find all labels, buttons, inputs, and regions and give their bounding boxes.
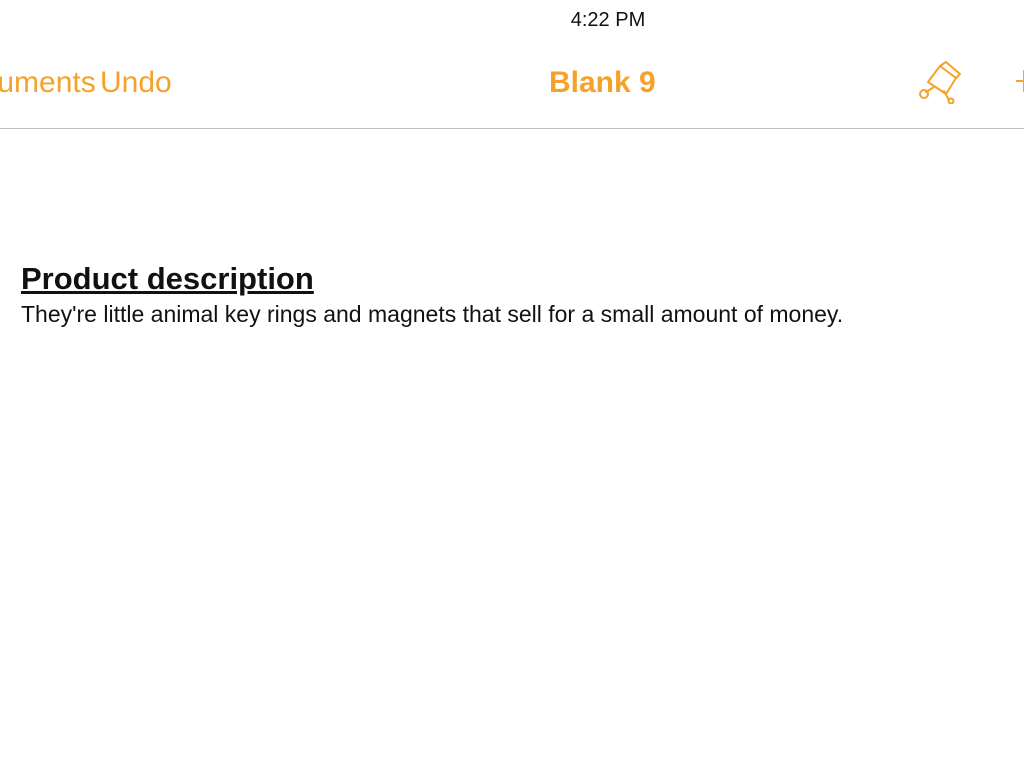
add-button[interactable]: [1016, 61, 1024, 101]
undo-button[interactable]: Undo: [100, 66, 172, 100]
documents-button[interactable]: Documents: [0, 66, 96, 100]
paintbrush-icon: [919, 61, 961, 105]
document-body[interactable]: Product description They're little anima…: [21, 260, 1021, 330]
plus-icon: [1016, 70, 1024, 92]
document-heading: Product description: [21, 261, 314, 296]
document-paragraph: They're little animal key rings and magn…: [21, 301, 844, 327]
paintbrush-button[interactable]: [916, 60, 962, 105]
status-bar: 4:22 PM: [0, 0, 1024, 40]
toolbar: Documents Undo Blank 9: [0, 40, 1024, 129]
app-screen: 4:22 PM Documents Undo Blank 9: [0, 0, 1024, 768]
document-title[interactable]: Blank 9: [549, 66, 656, 100]
status-time: 4:22 PM: [570, 9, 646, 31]
